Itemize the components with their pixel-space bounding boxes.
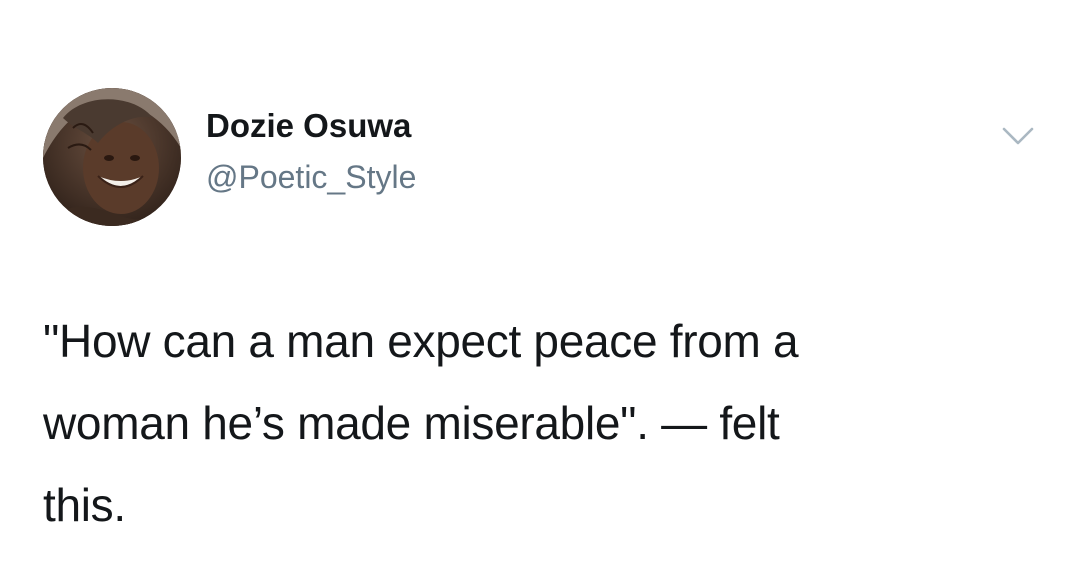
tweet-text: "How can a man expect peace from a woman…	[43, 315, 799, 531]
profile-photo	[43, 88, 181, 226]
chevron-down-icon[interactable]	[994, 118, 1042, 154]
avatar[interactable]	[43, 88, 181, 226]
author-handle[interactable]: @Poetic_Style	[206, 159, 416, 196]
author-name[interactable]: Dozie Osuwa	[206, 107, 411, 145]
tweet-card: Dozie Osuwa @Poetic_Style "How can a man…	[0, 0, 1078, 584]
